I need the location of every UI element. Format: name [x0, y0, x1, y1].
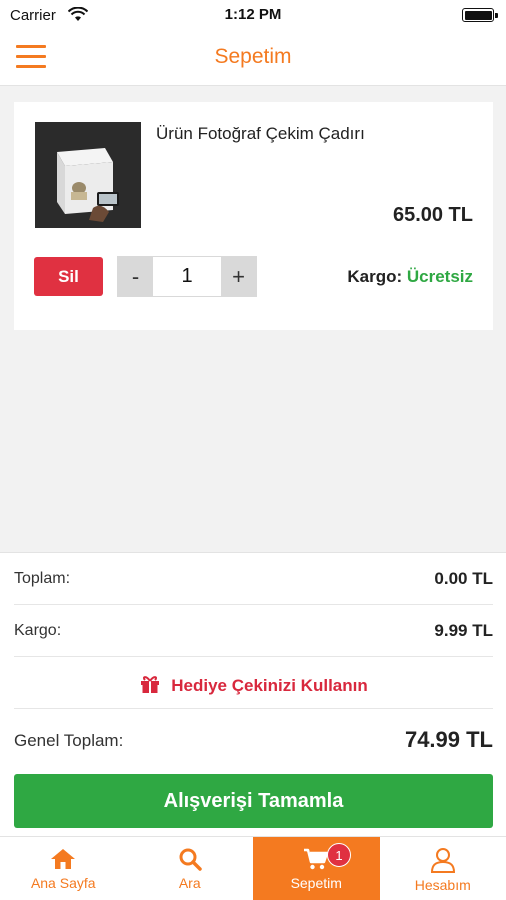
gift-voucher-link[interactable]: Hediye Çekinizi Kullanın — [14, 673, 493, 696]
tab-home-label: Ana Sayfa — [30, 875, 96, 891]
tab-bar: Ana Sayfa Ara 1 Sepetim Hesabım — [0, 836, 506, 900]
search-icon — [179, 848, 202, 871]
grand-total-value: 74.99 TL — [404, 727, 493, 752]
subtotal-row: Toplam: 0.00 TL — [14, 553, 493, 605]
clock: 1:12 PM — [224, 6, 282, 23]
cart-item-card: Ürün Fotoğraf Çekim Çadırı 65.00 TL Sil … — [14, 102, 493, 330]
delete-button[interactable]: Sil — [34, 257, 103, 296]
tab-cart-label: Sepetim — [290, 875, 342, 891]
page-title: Sepetim — [214, 45, 292, 68]
shipping-row: Kargo: 9.99 TL — [14, 605, 493, 657]
home-icon — [51, 849, 76, 869]
decrease-button[interactable]: - — [118, 257, 153, 296]
quantity-stepper: - 1 + — [117, 256, 257, 297]
grand-total-label: Genel Toplam: — [14, 731, 124, 750]
order-summary: Toplam: 0.00 TL Kargo: 9.99 TL Hediye Çe… — [0, 552, 506, 836]
shipping-cost-label: Kargo: — [14, 622, 62, 639]
shipping-cost-value: 9.99 TL — [434, 621, 493, 640]
shipping-value: Ücretsiz — [406, 267, 473, 286]
tab-account-label: Hesabım — [414, 877, 471, 893]
product-price: 65.00 TL — [392, 204, 473, 226]
gift-voucher-label: Hediye Çekinizi Kullanın — [171, 676, 368, 695]
subtotal-label: Toplam: — [14, 570, 71, 587]
increase-button[interactable]: + — [221, 257, 256, 296]
shipping-label: Kargo: — [347, 267, 403, 286]
status-bar: Carrier 1:12 PM — [0, 0, 506, 30]
cart-icon — [304, 848, 329, 870]
navigation-bar: Sepetim — [0, 30, 506, 86]
quantity-value[interactable]: 1 — [153, 257, 221, 296]
tab-search[interactable]: Ara — [127, 837, 254, 900]
tab-search-label: Ara — [178, 875, 201, 891]
gift-voucher-row: Hediye Çekinizi Kullanın — [14, 657, 493, 709]
tab-cart[interactable]: 1 Sepetim — [253, 837, 380, 900]
gift-icon — [141, 676, 160, 693]
shipping-info: Kargo: Ücretsiz — [347, 267, 473, 287]
battery-icon — [462, 8, 498, 22]
checkout-button[interactable]: Alışverişi Tamamla — [14, 774, 493, 828]
tab-home[interactable]: Ana Sayfa — [0, 837, 127, 900]
grand-total-row: Genel Toplam: 74.99 TL — [14, 709, 493, 761]
user-icon — [430, 848, 455, 873]
product-name[interactable]: Ürün Fotoğraf Çekim Çadırı — [156, 124, 365, 144]
tab-account[interactable]: Hesabım — [380, 837, 506, 900]
subtotal-value: 0.00 TL — [434, 569, 493, 588]
product-image[interactable] — [35, 122, 141, 228]
cart-count-badge: 1 — [327, 843, 351, 867]
